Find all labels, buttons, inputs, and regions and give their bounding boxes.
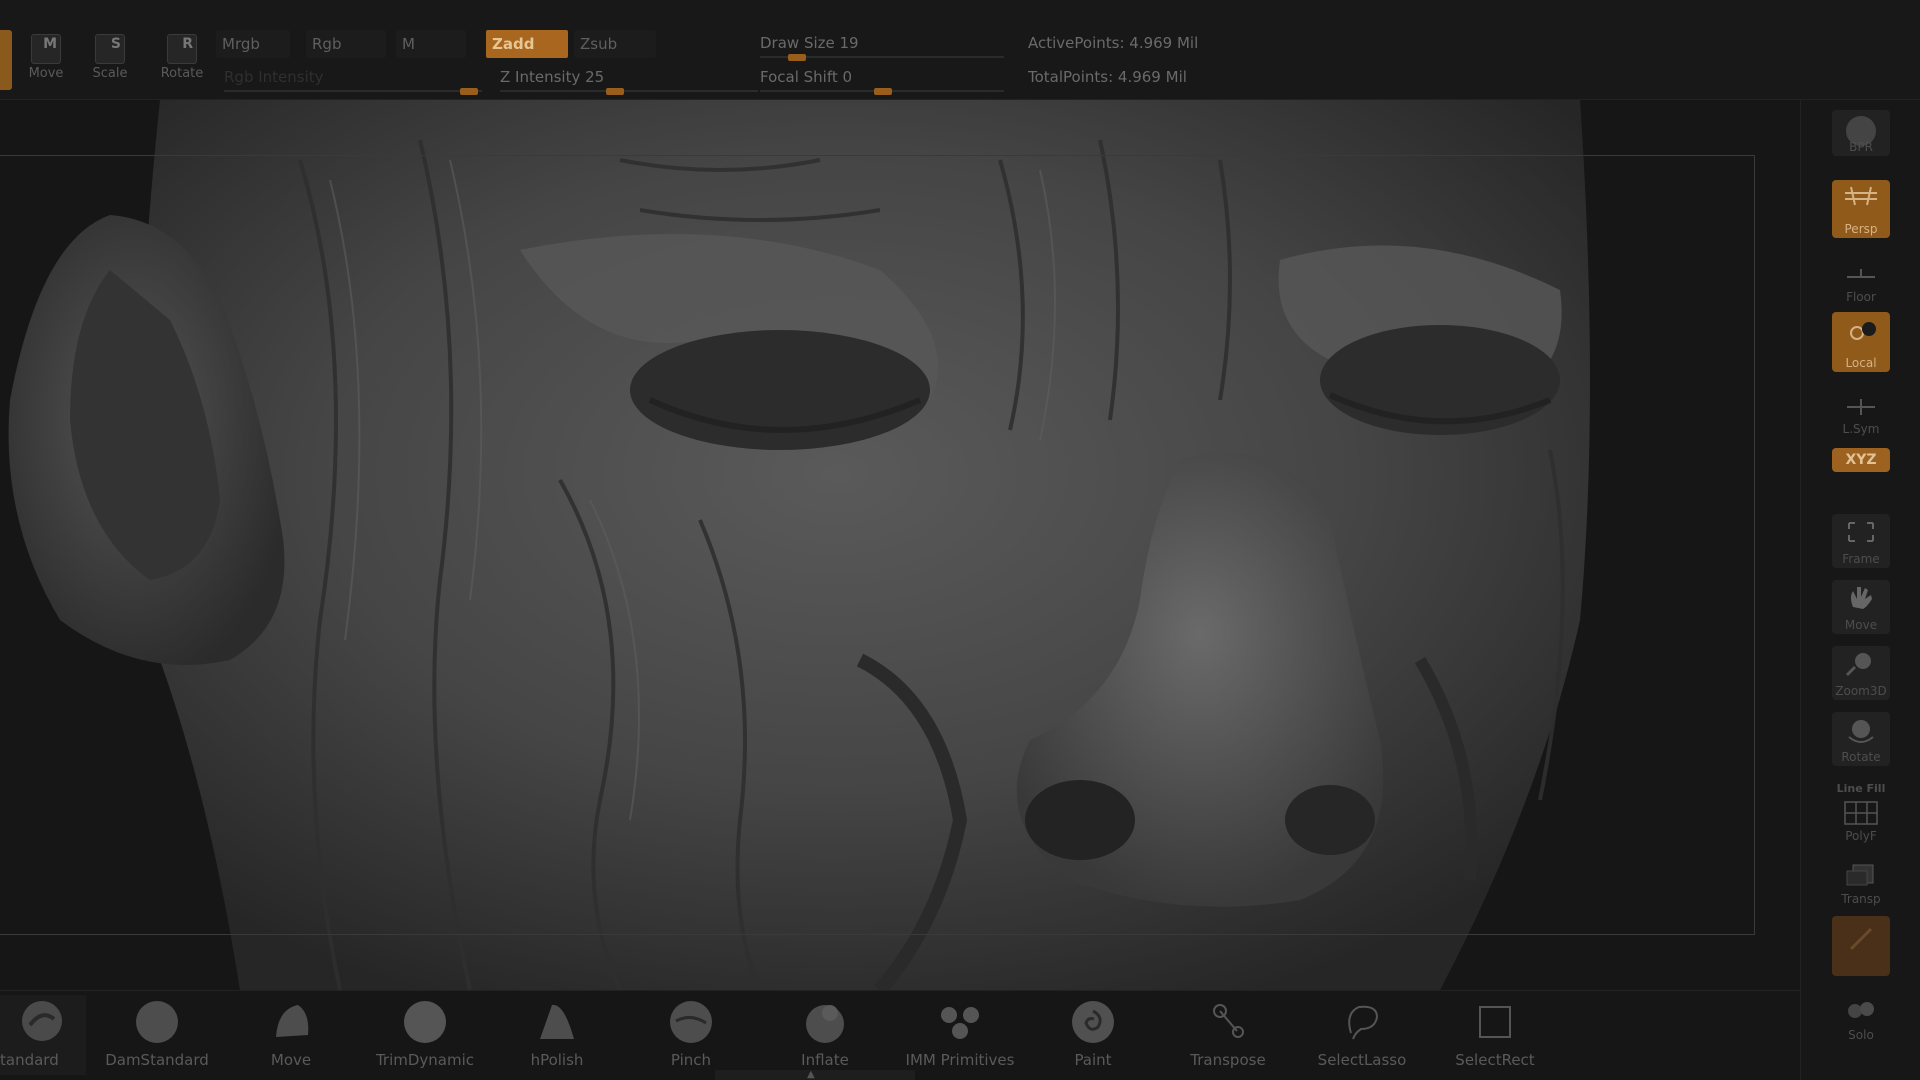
solo-icon: Solo xyxy=(1832,994,1890,1044)
draw-size-slider[interactable]: Draw Size 19 xyxy=(760,30,1004,61)
chevron-up-icon: ▲ xyxy=(807,1069,815,1080)
brush-pinch[interactable]: Pinch xyxy=(626,999,756,1069)
focal-shift-knob[interactable] xyxy=(874,88,892,95)
rgb-intensity-slider[interactable]: Rgb Intensity xyxy=(224,64,482,95)
local-icon: Local xyxy=(1832,312,1890,372)
scale-tool-icon: S xyxy=(95,34,125,64)
frame-icon: Frame xyxy=(1832,514,1890,568)
persp-button[interactable]: Persp xyxy=(1801,180,1920,238)
brush-damstandard[interactable]: DamStandard xyxy=(92,999,222,1069)
top-toolbar: M Move S Scale R Rotate Mrgb Rgb M Zadd … xyxy=(0,0,1920,100)
pinch-brush-icon xyxy=(670,1001,712,1043)
brush-hpolish[interactable]: hPolish xyxy=(492,999,622,1069)
zadd-button[interactable]: Zadd xyxy=(486,30,568,58)
shelf-scrollbar[interactable]: ▲ xyxy=(715,1070,915,1080)
focal-shift-label: Focal Shift 0 xyxy=(760,68,853,86)
scale-tool-label: Scale xyxy=(92,66,128,81)
rotate-tool-label: Rotate xyxy=(160,66,204,81)
brush-transpose[interactable]: Transpose xyxy=(1163,999,1293,1069)
brush-selectlasso[interactable]: SelectLasso xyxy=(1297,999,1427,1069)
rgb-intensity-label: Rgb Intensity xyxy=(224,68,324,86)
move-brush-icon xyxy=(276,1005,309,1037)
rotate-tool-icon: R xyxy=(167,34,197,64)
active-tool-indicator[interactable] xyxy=(0,30,12,90)
canvas-viewport[interactable] xyxy=(0,100,1800,990)
ghost-button[interactable] xyxy=(1801,916,1920,976)
transparency-icon: Transp xyxy=(1832,858,1890,908)
xyz-button[interactable]: XYZ xyxy=(1801,448,1920,472)
damstandard-brush-icon xyxy=(136,1001,178,1043)
rgb-intensity-knob[interactable] xyxy=(460,88,478,95)
move-view-button[interactable]: Move xyxy=(1801,580,1920,634)
brush-inflate[interactable]: Inflate xyxy=(760,999,890,1069)
rotate-tool-button[interactable]: R Rotate xyxy=(154,34,210,86)
lsym-button[interactable]: L.Sym xyxy=(1801,392,1920,438)
z-intensity-label: Z Intensity 25 xyxy=(500,68,605,86)
move-tool-button[interactable]: M Move xyxy=(18,34,74,86)
imm-primitives-brush-icon xyxy=(941,1007,979,1039)
brush-trimdynamic[interactable]: TrimDynamic xyxy=(360,999,490,1069)
bpr-icon: BPR xyxy=(1832,110,1890,156)
frame-button[interactable]: Frame xyxy=(1801,514,1920,568)
scale-tool-button[interactable]: S Scale xyxy=(82,34,138,86)
standard-brush-icon xyxy=(22,1001,62,1041)
polyf-button[interactable]: Line Fill PolyF xyxy=(1801,782,1920,845)
rotate-view-button[interactable]: Rotate xyxy=(1801,712,1920,766)
brush-standard[interactable]: tandard xyxy=(0,999,86,1069)
lsym-icon: L.Sym xyxy=(1832,392,1890,438)
ghost-icon xyxy=(1832,916,1890,976)
move-tool-label: Move xyxy=(28,66,64,81)
hand-icon: Move xyxy=(1832,580,1890,634)
inflate-brush-icon xyxy=(806,1005,844,1043)
zoom3d-button[interactable]: Zoom3D xyxy=(1801,646,1920,700)
floor-icon: Floor xyxy=(1832,260,1890,306)
brush-move[interactable]: Move xyxy=(226,999,356,1069)
bpr-button[interactable]: BPR xyxy=(1801,110,1920,156)
m-button[interactable]: M xyxy=(396,30,466,58)
brush-imm-primitives[interactable]: IMM Primitives xyxy=(895,999,1025,1069)
z-intensity-knob[interactable] xyxy=(606,88,624,95)
paint-brush-icon xyxy=(1072,1001,1114,1043)
rgb-button[interactable]: Rgb xyxy=(306,30,386,58)
transp-button[interactable]: Transp xyxy=(1801,858,1920,908)
right-shelf: BPR Persp Floor Local L.Sym XYZ Frame Mo… xyxy=(1800,100,1920,1080)
zsub-button[interactable]: Zsub xyxy=(574,30,656,58)
rgb-intensity-track xyxy=(224,90,482,92)
draw-size-label: Draw Size 19 xyxy=(760,34,859,52)
trimdynamic-brush-icon xyxy=(404,1001,446,1043)
transpose-brush-icon xyxy=(1213,1004,1244,1038)
rotate-icon: Rotate xyxy=(1832,712,1890,766)
brush-selectrect[interactable]: SelectRect xyxy=(1430,999,1560,1069)
persp-icon: Persp xyxy=(1832,180,1890,238)
move-tool-icon: M xyxy=(31,34,61,64)
focal-shift-slider[interactable]: Focal Shift 0 xyxy=(760,64,1004,95)
active-points-readout: ActivePoints: 4.969 Mil xyxy=(1028,34,1199,52)
local-button[interactable]: Local xyxy=(1801,312,1920,372)
total-points-readout: TotalPoints: 4.969 Mil xyxy=(1028,68,1187,86)
document-frame xyxy=(0,155,1755,935)
hpolish-brush-icon xyxy=(540,1004,574,1039)
line-fill-label: Line Fill xyxy=(1836,782,1886,795)
floor-button[interactable]: Floor xyxy=(1801,260,1920,306)
mrgb-button[interactable]: Mrgb xyxy=(216,30,290,58)
select-rect-icon xyxy=(1479,1006,1511,1038)
grid-icon: PolyF xyxy=(1832,795,1890,845)
brush-paint[interactable]: Paint xyxy=(1028,999,1158,1069)
lasso-icon xyxy=(1348,1005,1379,1040)
solo-button[interactable]: Solo xyxy=(1801,994,1920,1044)
brush-shelf: tandard DamStandard Move TrimDynamic hPo… xyxy=(0,990,1800,1080)
z-intensity-slider[interactable]: Z Intensity 25 xyxy=(500,64,758,95)
draw-size-knob[interactable] xyxy=(788,54,806,61)
z-intensity-track xyxy=(500,90,758,92)
zoom-icon: Zoom3D xyxy=(1832,646,1890,700)
xyz-label: XYZ xyxy=(1832,448,1890,472)
